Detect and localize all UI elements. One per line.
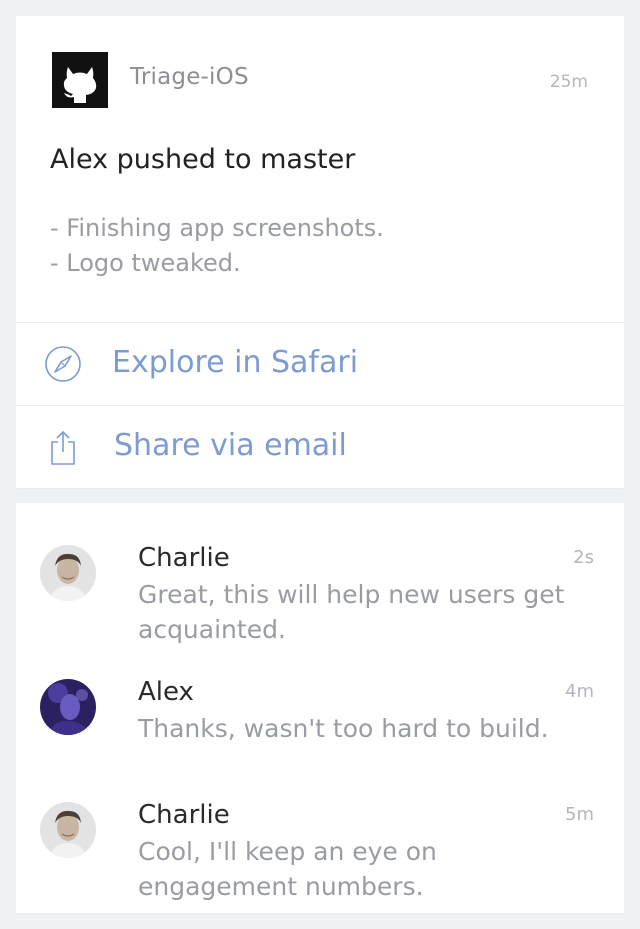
notification-timestamp: 25m xyxy=(549,72,588,92)
commit-message-line: - Logo tweaked. xyxy=(50,249,241,277)
explore-in-safari-label: Explore in Safari xyxy=(112,345,359,380)
comment-timestamp: 2s xyxy=(573,547,594,568)
push-notification-card: Triage-iOS 25m Alex pushed to master - F… xyxy=(16,16,624,488)
comment-author: Charlie xyxy=(138,800,230,830)
share-via-email-button[interactable]: Share via email xyxy=(16,406,624,488)
comment-author: Charlie xyxy=(138,543,230,573)
repo-name: Triage-iOS xyxy=(130,64,249,90)
comment-text: Great, this will help new users get acqu… xyxy=(138,580,565,644)
comment-text: Thanks, wasn't too hard to build. xyxy=(138,714,549,743)
notification-headline: Alex pushed to master xyxy=(50,144,356,175)
share-via-email-label: Share via email xyxy=(114,428,347,463)
compass-icon xyxy=(44,345,82,383)
avatar xyxy=(40,802,96,858)
comment-timestamp: 5m xyxy=(565,804,594,825)
comment-timestamp: 4m xyxy=(565,681,594,702)
commit-message-line: - Finishing app screenshots. xyxy=(50,214,384,242)
avatar xyxy=(40,679,96,735)
comment-text: Cool, I'll keep an eye on engagement num… xyxy=(138,837,437,901)
comments-list: Charlie 2s Great, this will help new use… xyxy=(16,503,624,913)
avatar xyxy=(40,545,96,601)
github-octocat-icon xyxy=(52,52,108,108)
comment-author: Alex xyxy=(138,677,194,707)
share-icon xyxy=(44,428,82,466)
explore-in-safari-button[interactable]: Explore in Safari xyxy=(16,323,624,405)
